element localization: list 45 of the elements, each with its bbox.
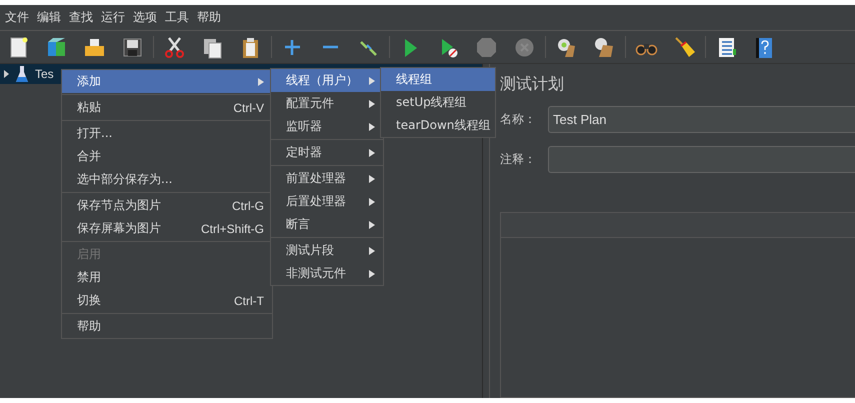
shutdown-icon[interactable]: [513, 36, 536, 58]
shortcut-label: Ctrl-V: [233, 100, 264, 114]
menu-item[interactable]: 保存屏幕为图片 Ctrl+Shift-G: [62, 217, 272, 240]
name-field[interactable]: Test Plan: [548, 106, 855, 133]
panel-title: 测试计划: [500, 74, 565, 95]
shortcut-label: Ctrl+Shift-G: [200, 222, 264, 236]
menu-item[interactable]: 后置处理器: [271, 190, 383, 213]
gear-brooms-icon[interactable]: [593, 36, 616, 58]
shortcut-label: Ctrl-G: [232, 198, 264, 212]
broom-icon[interactable]: [673, 36, 696, 58]
menu-bar-item[interactable]: 运行: [98, 9, 128, 26]
field-label: 注释：: [500, 151, 537, 168]
scissors-icon[interactable]: [163, 36, 186, 58]
menu-item[interactable]: 前置处理器: [271, 167, 383, 190]
box-icon[interactable]: [45, 36, 68, 58]
menu-item[interactable]: 添加: [62, 70, 272, 93]
menu-item[interactable]: 选中部分保存为...: [62, 168, 272, 191]
tree-item-label: Tes: [35, 67, 54, 81]
field-label: 名称：: [500, 111, 537, 128]
menu-item[interactable]: 切换 Ctrl-T: [62, 289, 272, 312]
menu-item[interactable]: 粘贴 Ctrl-V: [62, 96, 272, 119]
menu-item[interactable]: 定时器: [271, 141, 383, 164]
menu-item[interactable]: 打开...: [62, 122, 272, 145]
expand-arrow-icon[interactable]: [4, 70, 9, 78]
menu-bar-item[interactable]: 编辑: [34, 9, 64, 26]
menu-item[interactable]: 测试片段: [271, 239, 383, 262]
menu-item[interactable]: setUp线程组: [381, 91, 495, 114]
menu-item[interactable]: 非测试元件: [271, 262, 383, 285]
menu-item[interactable]: 保存节点为图片 Ctrl-G: [62, 194, 272, 217]
menu-item[interactable]: 禁用: [62, 266, 272, 289]
flask-icon: [15, 65, 29, 83]
save-icon[interactable]: [121, 36, 144, 58]
menu-bar-item[interactable]: 帮助: [194, 9, 224, 26]
menu-item[interactable]: 线程（用户）: [271, 69, 383, 92]
menu-item[interactable]: 断言: [271, 213, 383, 236]
comment-field[interactable]: [548, 146, 855, 173]
menu-bar-item[interactable]: 查找: [66, 9, 96, 26]
menu-bar-item[interactable]: 选项: [130, 9, 160, 26]
menu-item[interactable]: 合并: [62, 145, 272, 168]
shortcut-label: Ctrl-T: [234, 294, 264, 308]
menu-bar-item[interactable]: 工具: [162, 9, 192, 26]
menu-item[interactable]: 线程组: [381, 68, 495, 91]
menu-item[interactable]: 帮助: [62, 315, 272, 338]
menu-item[interactable]: tearDown线程组: [381, 114, 495, 137]
menu-bar-item[interactable]: 文件: [2, 9, 32, 26]
